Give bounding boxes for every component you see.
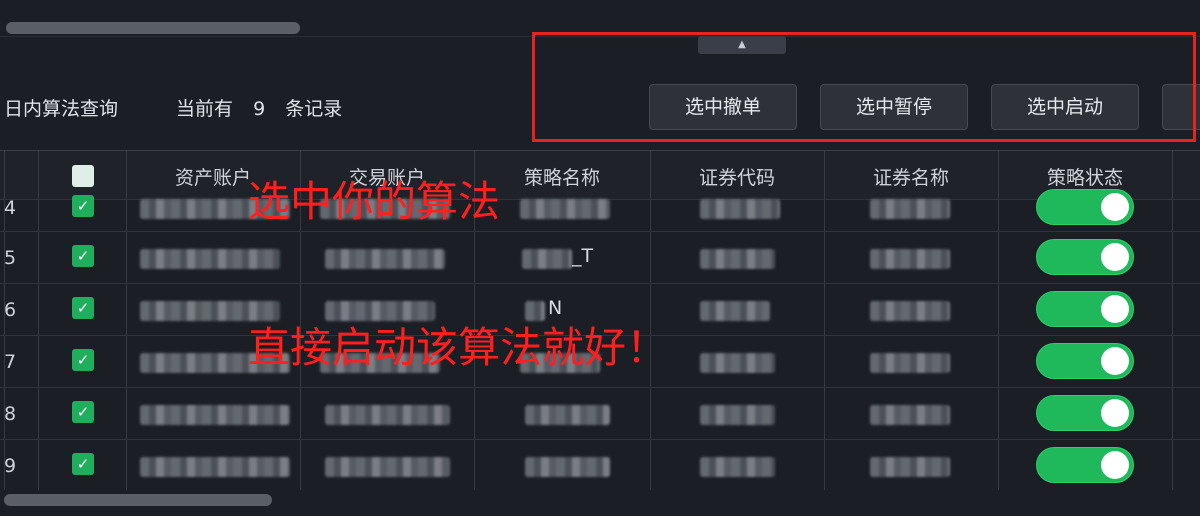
annotation-highlight-box [532,32,1196,142]
security-code-cell [700,405,775,425]
trade-account-cell [325,457,450,477]
record-count-value: 9 [253,98,266,120]
row-number: 5 [4,247,17,269]
row-checkbox[interactable]: ✓ [72,453,94,475]
strategy-name-cell [520,199,610,219]
row-checkbox[interactable]: ✓ [72,349,94,371]
security-name-cell [870,353,950,373]
security-code-cell [700,249,775,269]
strategy-status-toggle[interactable] [1036,239,1134,275]
security-name-cell [870,301,950,321]
strategy-name-cell [525,405,610,425]
row-checkbox[interactable]: ✓ [72,401,94,423]
asset-account-cell [140,405,290,425]
record-count-prefix: 当前有 [176,98,234,120]
security-code-cell [700,199,780,219]
security-code-cell [700,457,775,477]
security-name-cell [870,405,950,425]
security-code-cell [700,353,775,373]
page-title: 日内算法查询 [4,98,119,120]
row-number: 7 [4,351,17,373]
record-count: 当前有 9 条记录 [176,94,356,121]
strategy-name-cell [522,249,572,269]
trade-account-cell [325,249,445,269]
strategy-status-toggle[interactable] [1036,447,1134,483]
row-checkbox[interactable]: ✓ [72,245,94,267]
strategy-status-toggle[interactable] [1036,343,1134,379]
strategy-status-toggle[interactable] [1036,189,1134,225]
strategy-status-toggle[interactable] [1036,291,1134,327]
row-number: 4 [4,197,17,219]
scrollbar-thumb[interactable] [6,22,300,34]
bottom-horizontal-scrollbar[interactable] [0,490,1200,516]
asset-account-cell [140,457,290,477]
record-count-suffix: 条记录 [285,98,343,120]
strategy-name-cell [525,457,610,477]
security-code-cell [700,301,770,321]
column-strategy-name[interactable]: 策略名称 [474,163,650,190]
security-name-cell [870,199,950,219]
column-strategy-status[interactable]: 策略状态 [998,163,1172,190]
trade-account-cell [325,405,450,425]
row-checkbox[interactable]: ✓ [72,297,94,319]
row-checkbox[interactable]: ✓ [72,195,94,217]
row-number: 8 [4,403,17,425]
row-number: 6 [4,299,17,321]
column-security-name[interactable]: 证券名称 [824,163,998,190]
scrollbar-thumb[interactable] [4,494,272,506]
security-name-cell [870,457,950,477]
asset-account-cell [140,249,280,269]
column-security-code[interactable]: 证券代码 [650,163,824,190]
row-number: 9 [4,455,17,477]
annotation-start-algorithm: 直接启动该算法就好！ [248,323,669,372]
select-all-checkbox[interactable] [72,165,94,187]
strategy-name-text: _T [572,245,594,267]
strategy-status-toggle[interactable] [1036,395,1134,431]
annotation-select-algorithm: 选中你的算法 [248,177,501,226]
security-name-cell [870,249,950,269]
